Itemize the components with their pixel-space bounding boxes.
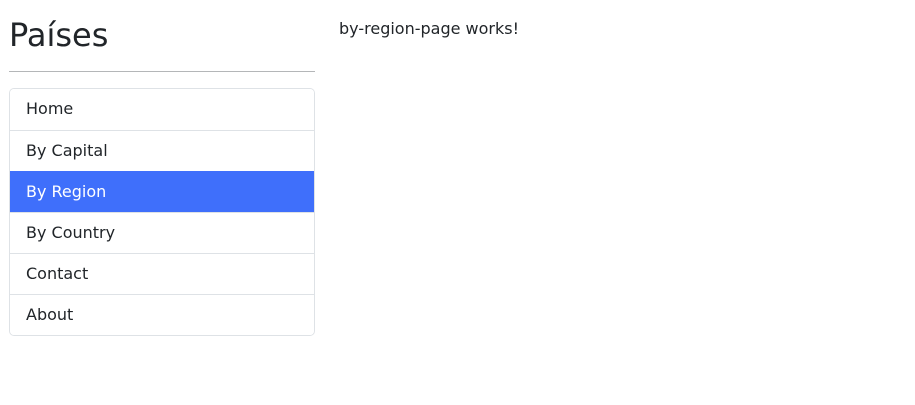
main-content: by-region-page works!: [339, 18, 519, 40]
sidebar-item-by-region[interactable]: By Region: [10, 171, 314, 212]
sidebar-title: Países: [9, 16, 109, 54]
page-message: by-region-page works!: [339, 19, 520, 38]
sidebar-nav: Home By Capital By Region By Country Con…: [9, 88, 315, 336]
sidebar-item-by-country[interactable]: By Country: [10, 212, 314, 253]
sidebar-item-about[interactable]: About: [10, 294, 314, 335]
sidebar-item-contact[interactable]: Contact: [10, 253, 314, 294]
app-layout: Países Home By Capital By Region By Coun…: [0, 0, 915, 405]
sidebar-divider: [9, 71, 315, 72]
sidebar-item-by-capital[interactable]: By Capital: [10, 130, 314, 171]
sidebar: Países Home By Capital By Region By Coun…: [9, 0, 315, 336]
sidebar-item-home[interactable]: Home: [10, 89, 314, 130]
